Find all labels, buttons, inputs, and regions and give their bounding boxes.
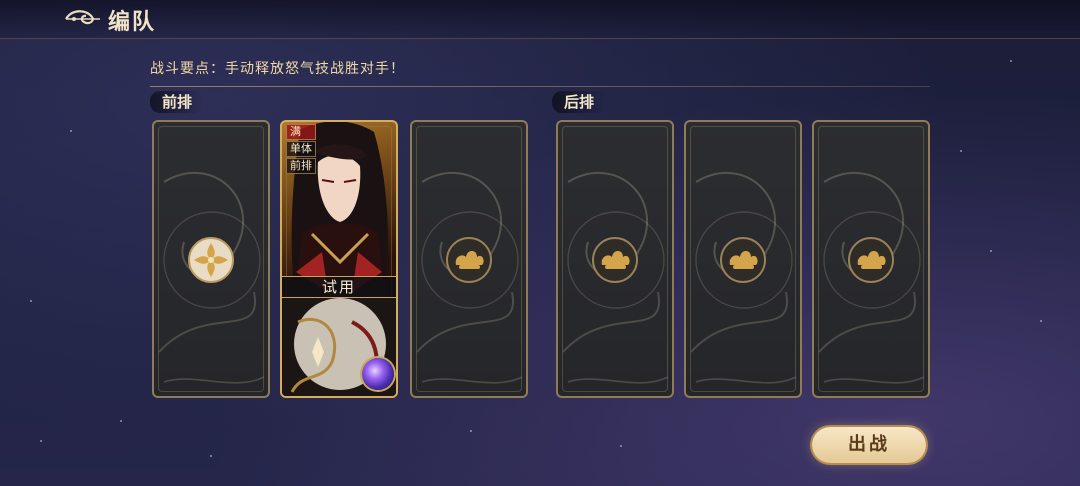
back-slot-3[interactable]	[812, 120, 930, 398]
cloud-lock-icon	[848, 237, 894, 283]
back-row-label: 后排	[552, 91, 607, 113]
swirl-back-icon	[65, 10, 100, 25]
hero-tags: 满 单体 前排	[286, 124, 316, 174]
page-title: 编队	[108, 9, 157, 35]
battle-tip: 战斗要点：手动释放怒气技战胜对手！	[150, 61, 405, 77]
tag-front: 前排	[286, 158, 316, 174]
tag-max: 满	[286, 124, 316, 140]
front-slot-1[interactable]	[152, 120, 270, 398]
gold-flower-emblem-icon	[188, 237, 234, 283]
trial-label: 试用	[282, 276, 396, 298]
divider	[150, 86, 930, 87]
top-bar: 编队	[0, 0, 1080, 39]
front-slot-2-hero[interactable]: 满 单体 前排 试用	[280, 120, 398, 398]
back-slot-1[interactable]	[556, 120, 674, 398]
cloud-lock-icon	[446, 237, 492, 283]
back-slot-2[interactable]	[684, 120, 802, 398]
cloud-lock-icon	[720, 237, 766, 283]
front-row-label: 前排	[150, 91, 205, 113]
cloud-lock-icon	[592, 237, 638, 283]
tag-single: 单体	[286, 141, 316, 157]
front-slot-3[interactable]	[410, 120, 528, 398]
element-orb-icon	[362, 358, 394, 390]
back-button[interactable]	[62, 5, 102, 33]
fight-button[interactable]: 出战	[812, 427, 926, 463]
